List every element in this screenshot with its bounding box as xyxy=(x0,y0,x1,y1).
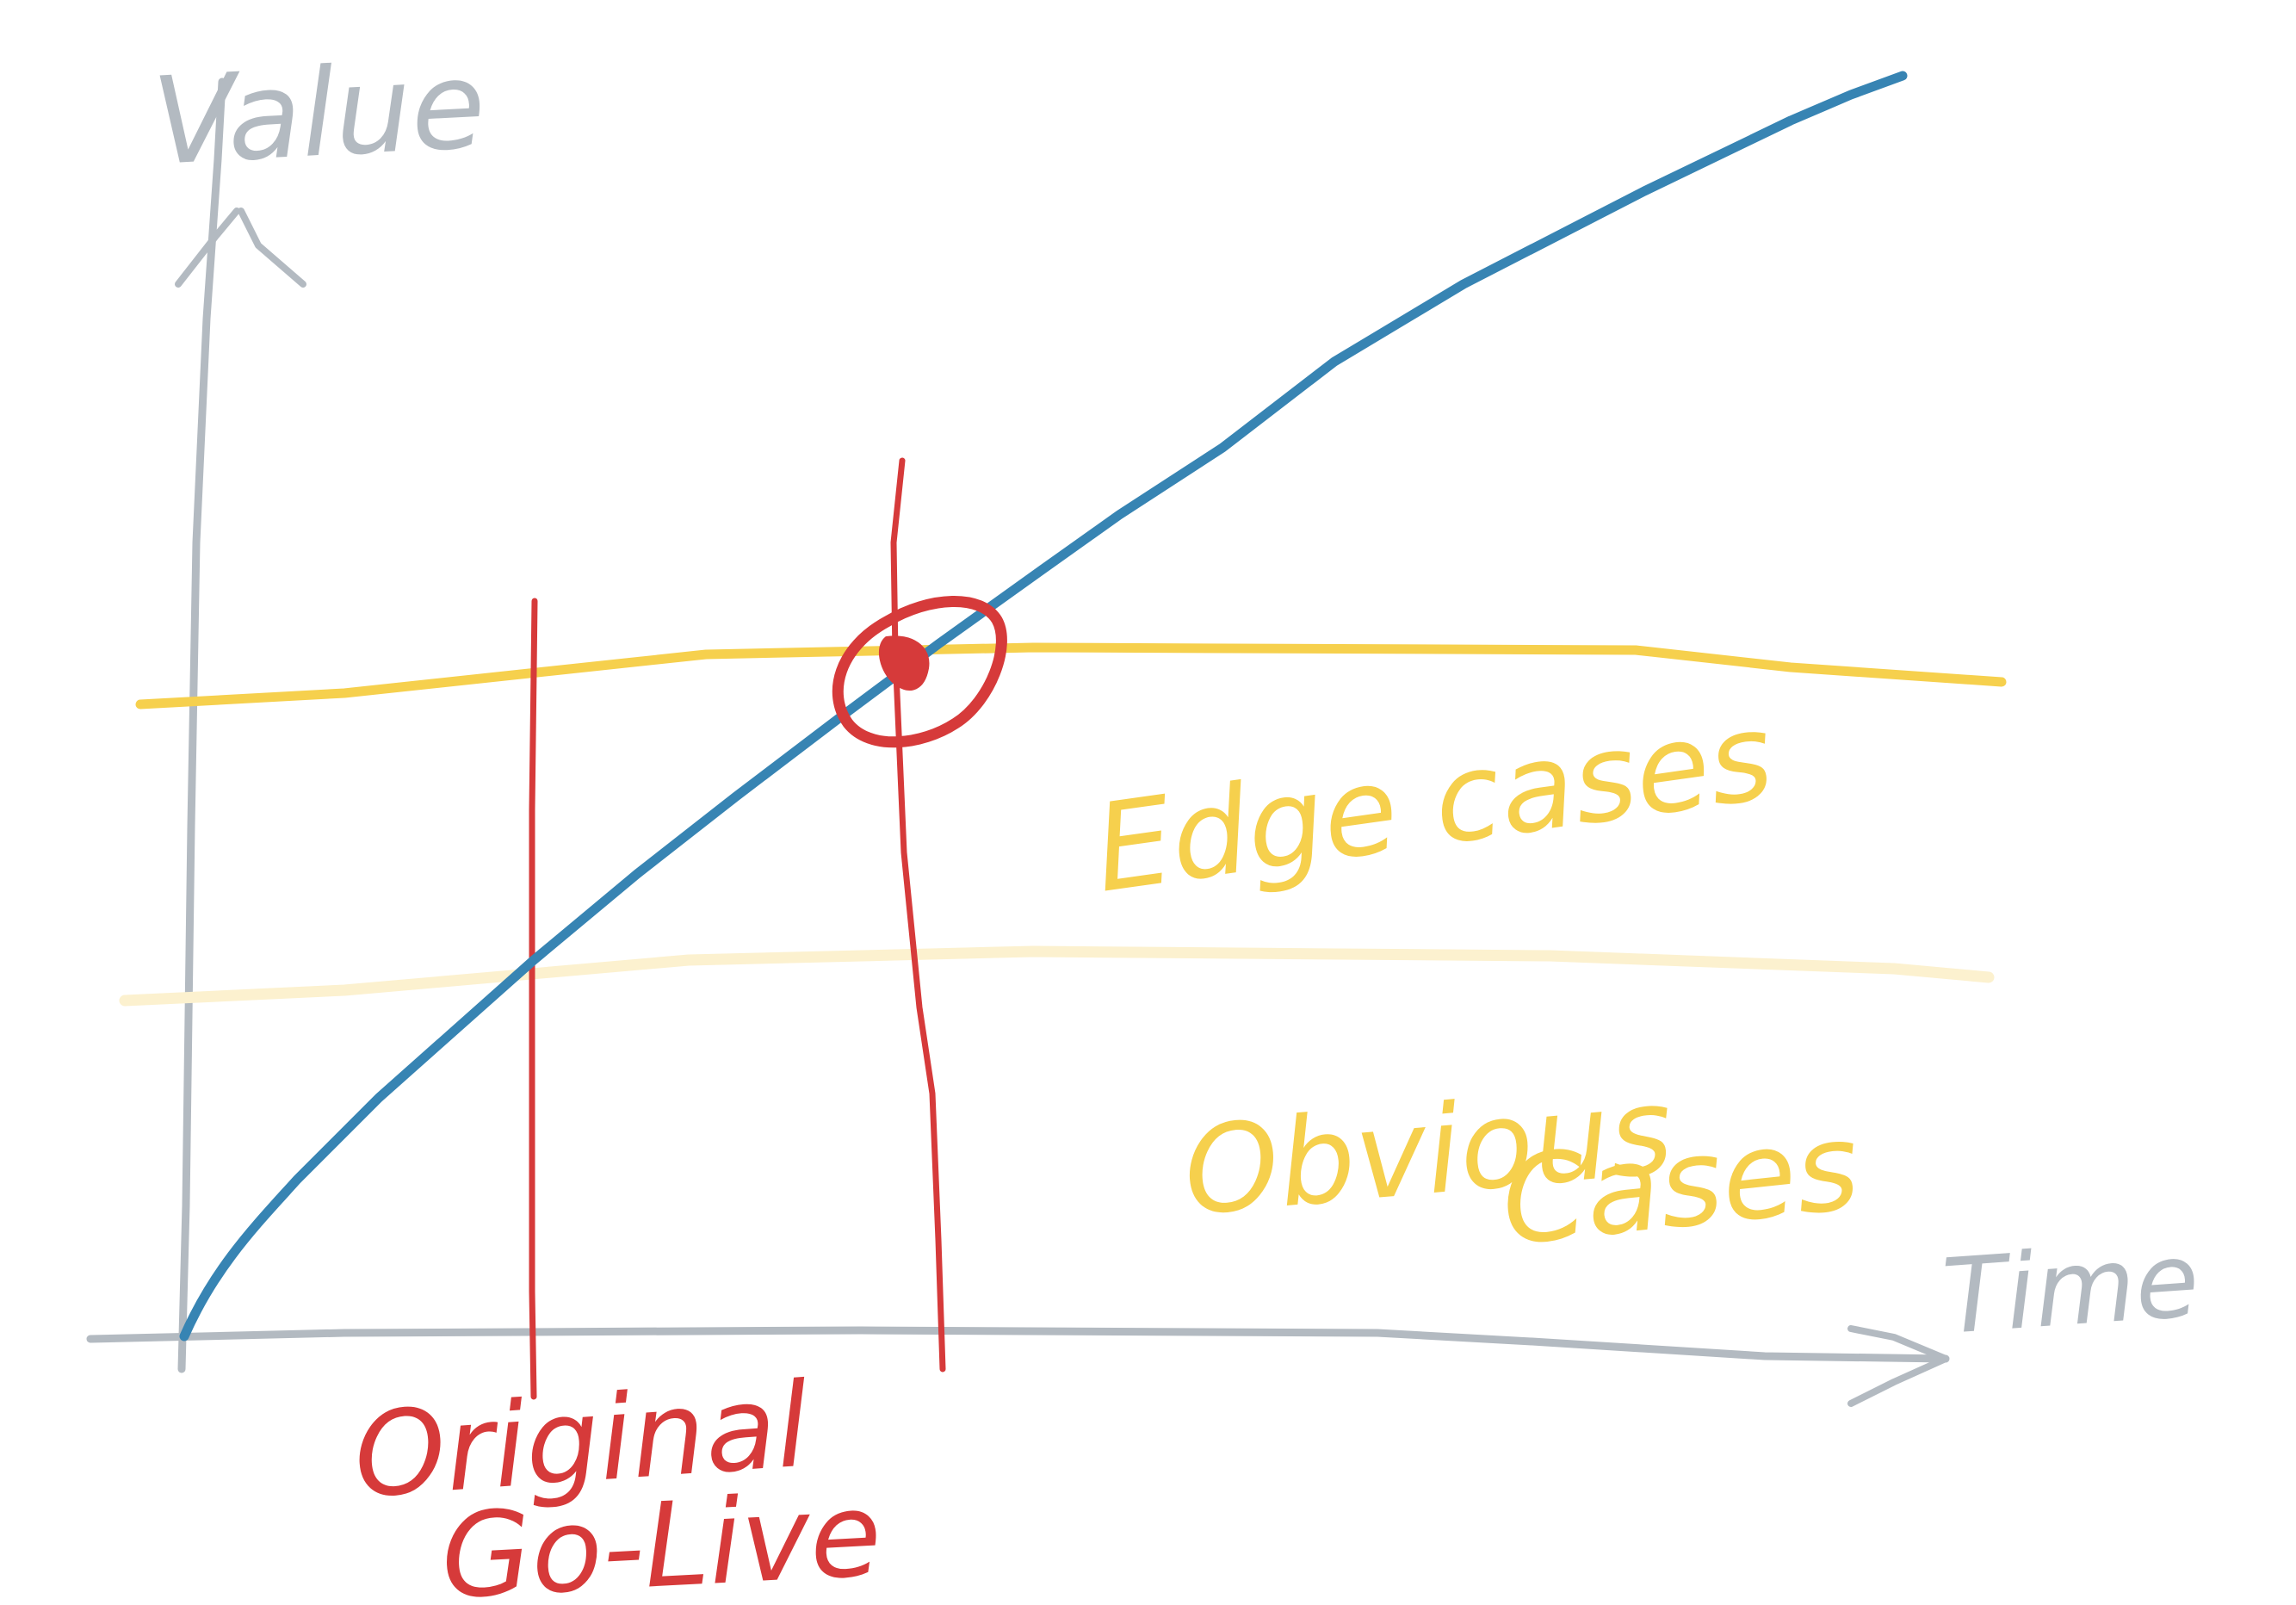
obvious-cases-band xyxy=(119,945,1995,1007)
go-live-label-line2: Go-Live xyxy=(437,1466,884,1605)
x-axis-arrowhead xyxy=(1847,1325,1949,1407)
x-axis-line xyxy=(86,1326,1950,1363)
original-go-live-marker xyxy=(529,598,538,1400)
x-axis-label: Time xyxy=(1939,1221,2202,1358)
actual-go-live-marker xyxy=(890,457,946,1373)
edge-cases-label: Edge cases xyxy=(1086,686,1781,920)
sketch-diagram: Value Time Edge cases Obvious Cases Orig… xyxy=(86,35,2203,1605)
y-axis-arrowhead xyxy=(175,208,306,288)
y-axis-label: Value xyxy=(149,35,488,193)
